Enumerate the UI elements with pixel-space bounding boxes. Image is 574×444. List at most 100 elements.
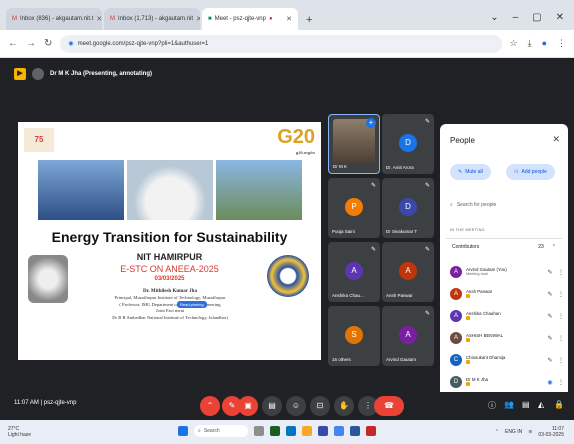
captions-button[interactable]: ▤ [262,396,282,416]
mic-off-icon[interactable]: ✎ [546,313,554,320]
emoji-button[interactable]: ☺ [286,396,306,416]
word-icon[interactable] [350,426,360,436]
presenter-avatar [32,68,44,80]
participant-tile-others[interactable]: S 16 others [328,306,380,366]
more-options-icon[interactable]: ⋮ [558,379,564,386]
mic-toggle-button[interactable]: ⌃ [200,396,220,416]
participant-tile[interactable]: ✎ A Ansh Panwar [382,242,434,302]
participant-tile[interactable]: ✎ A Arvind Gautam [382,306,434,366]
presenting-icon[interactable]: ◉ [546,379,554,386]
store-icon[interactable] [318,426,328,436]
mic-off-icon: ✎ [424,247,430,253]
role-badge [466,338,470,342]
host-controls-icon[interactable]: 🔒 [554,400,564,409]
chrome-icon[interactable] [334,426,344,436]
pin-icon[interactable]: + [366,118,376,128]
chat-icon[interactable]: ▤ [522,400,530,409]
browser-tab-2[interactable]: M Inbox (1,713) - akgautam.nit ✕ [104,8,200,30]
contributors-header[interactable]: Contributors 23 ⌃ [446,238,562,254]
browser-tab-1[interactable]: M Inbox (836) - akgautam.nit.t ✕ [6,8,102,30]
participant-tile[interactable]: ✎ D Dr Sivakumar T [382,178,434,238]
powerpoint-icon[interactable] [366,426,376,436]
mic-off-icon[interactable]: ✎ [546,357,554,364]
language-indicator[interactable]: ENG IN [505,429,522,435]
search-people-input[interactable]: ⌕ Search for people [450,198,558,212]
taskbar-search[interactable]: ⌕ Search [194,425,248,437]
camera-off-button[interactable]: ▣ [238,396,258,416]
tab-search-button[interactable]: ⌄ [490,12,498,23]
add-people-button[interactable]: ⚇ Add people [506,164,555,180]
browser-tab-strip: M Inbox (836) - akgautam.nit.t ✕ M Inbox… [0,0,574,30]
clock[interactable]: 11:07 03-03-2025 [538,426,564,438]
recording-dot-icon: ● [268,16,273,22]
more-options-icon[interactable]: ⋮ [558,313,564,320]
mute-all-button[interactable]: ✎ Mute all [450,164,491,180]
meet-icon: ■ [208,16,212,22]
participant-tile[interactable]: ✎ A Anshika Chau... [328,242,380,302]
presenter-label: Dr M K Jha (Presenting, annotating) [50,71,153,77]
list-item[interactable]: C Chinsukant Dhamija ✎ ⋮ [450,350,564,370]
slide-title: Energy Transition for Sustainability [51,229,288,245]
raise-hand-button[interactable]: ✋ [334,396,354,416]
list-item[interactable]: A Arvind Gautam (You) Meeting host ✎ ⋮ [450,262,564,282]
list-item[interactable]: A Anshika Chauhan ✎ ⋮ [450,306,564,326]
new-tab-button[interactable]: + [300,14,318,30]
excel-icon[interactable] [270,426,280,436]
avatar: A [399,262,417,280]
mic-off-icon[interactable]: ✎ [546,335,554,342]
meeting-time-code: 11:07 AM | psz-qjte-vnp [14,400,77,406]
list-item[interactable]: A Ansh Panwar ✎ ⋮ [450,284,564,304]
browser-tab-3[interactable]: ■ Meet - psz-qjte-vnp ● ✕ [202,8,298,30]
close-icon[interactable]: ✕ [552,134,560,145]
wifi-icon[interactable]: ≋ [528,429,532,435]
menu-kebab-icon[interactable]: ⋮ [557,38,566,49]
close-tab-icon[interactable]: ✕ [96,15,102,23]
bookmark-star-icon[interactable]: ☆ [510,38,518,49]
mic-off-icon: ✎ [424,119,430,125]
close-tab-icon[interactable]: ✕ [196,15,200,23]
list-item[interactable]: D Dr M K Jha ◉ ⋮ [450,372,564,392]
avatar: D [399,198,417,216]
reload-icon[interactable]: ↻ [44,38,52,49]
present-button[interactable]: ⊡ [310,396,330,416]
avatar: C [450,354,462,366]
more-options-icon[interactable]: ⋮ [558,335,564,342]
windows-start-icon[interactable] [178,426,188,436]
window-controls: ⌄ – ▢ ✕ [480,12,574,30]
gmail-icon: M [12,16,17,22]
info-icon[interactable]: ⓘ [488,400,496,411]
more-options-icon[interactable]: ⋮ [558,269,564,276]
participant-tile[interactable]: ✎ P Pooja Saini [328,178,380,238]
section-label: IN THE MEETING [450,228,485,232]
list-item[interactable]: A ASHISH BENIWAL ✎ ⋮ [450,328,564,348]
address-bar: ← → ↻ ◉ meet.google.com/psz-qjte-vnp?pli… [0,30,574,58]
more-options-icon[interactable]: ⋮ [558,291,564,298]
mic-off-icon[interactable]: ✎ [546,269,554,276]
task-view-icon[interactable] [254,426,264,436]
activities-icon[interactable]: ◭ [538,400,544,409]
edge-icon[interactable] [286,426,296,436]
minimize-button[interactable]: – [513,12,519,23]
weather-widget[interactable]: 27°C Light haze [8,426,31,438]
mic-off-icon[interactable]: ✎ [546,291,554,298]
participant-tile[interactable]: ✎ D Dr. Amit Arora [382,114,434,174]
leave-call-button[interactable]: ☎ [374,396,404,416]
back-arrow-icon[interactable]: ← [8,38,18,49]
participant-tile[interactable]: + Dr M K [328,114,380,174]
download-icon[interactable]: ⤓ [528,38,532,49]
people-icon[interactable]: 👥 [504,400,514,409]
more-options-icon[interactable]: ⋮ [558,357,564,364]
forward-arrow-icon[interactable]: → [26,38,36,49]
chevron-up-icon[interactable]: ⌃ [495,429,499,435]
site-info-icon[interactable]: ◉ [68,40,73,47]
close-tab-icon[interactable]: ✕ [286,15,292,23]
energy-photos [38,160,302,220]
close-window-button[interactable]: ✕ [556,12,564,23]
add-person-icon: ⚇ [514,169,519,175]
file-explorer-icon[interactable] [302,426,312,436]
profile-avatar[interactable]: ● [542,38,547,49]
avatar: A [450,266,462,278]
maximize-button[interactable]: ▢ [532,12,541,23]
url-input[interactable]: ◉ meet.google.com/psz-qjte-vnp?pli=1&aut… [60,34,502,53]
speaker-details: Dr. Mithilesh Kumar Jha Principal, Muzaf… [112,289,228,320]
